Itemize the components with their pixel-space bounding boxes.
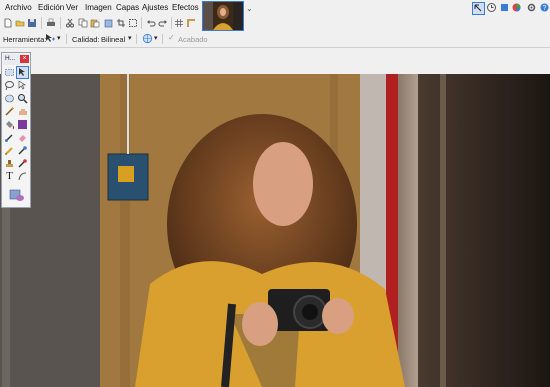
quality-select[interactable]: Bilineal [101, 35, 125, 44]
chevron-down-icon[interactable]: ▾ [128, 34, 132, 42]
rectangle-select-tool-icon[interactable] [4, 67, 15, 78]
move-selection-tool-icon[interactable] [16, 66, 29, 79]
move-pixels-tool-icon[interactable] [17, 80, 28, 91]
recolor-icon[interactable] [17, 158, 28, 169]
tool-label: Herramienta: [3, 35, 47, 44]
menu-ajustes[interactable]: Ajustes [142, 3, 168, 12]
deselect-icon[interactable] [128, 18, 138, 28]
svg-text:?: ? [543, 5, 547, 12]
paste-new-layer-icon[interactable] [103, 18, 113, 28]
zoom-icon[interactable] [17, 93, 28, 104]
options-divider [136, 34, 137, 44]
paste-icon[interactable] [90, 18, 100, 28]
open-folder-icon[interactable] [15, 18, 25, 28]
new-file-icon[interactable] [3, 18, 13, 28]
paint-bucket-icon[interactable] [4, 119, 15, 130]
magic-wand-icon[interactable] [4, 106, 15, 117]
chevron-down-icon[interactable]: ⌄ [246, 4, 253, 13]
tools-window: H... × T [1, 52, 31, 208]
checkmark-icon[interactable]: ✓ [168, 33, 175, 42]
undo-icon[interactable] [146, 18, 156, 28]
shapes-tool-icon[interactable] [9, 187, 25, 203]
print-icon[interactable] [46, 18, 56, 28]
line-curve-icon[interactable] [17, 171, 28, 182]
paintbrush-icon[interactable] [4, 132, 15, 143]
menu-edicion[interactable]: Edición [38, 3, 64, 12]
globe-icon[interactable] [142, 33, 153, 44]
finish-button[interactable]: Acabado [178, 35, 208, 44]
chevron-down-icon[interactable]: ▾ [154, 34, 158, 42]
options-divider [66, 34, 67, 44]
tools-window-title: H... [5, 55, 16, 62]
toolbar-bottom-border [0, 47, 550, 48]
image-thumbnail[interactable] [202, 1, 244, 31]
pan-hand-icon[interactable] [17, 106, 28, 117]
menu-archivo[interactable]: Archivo [5, 3, 32, 12]
toolbar-divider [60, 17, 61, 29]
grid-icon[interactable] [174, 18, 184, 28]
options-divider [162, 34, 163, 44]
redo-icon[interactable] [158, 18, 168, 28]
menu-efectos[interactable]: Efectos [172, 3, 199, 12]
chevron-down-icon[interactable]: ▾ [57, 34, 61, 42]
close-icon[interactable]: × [20, 55, 29, 63]
layers-icon[interactable] [499, 2, 510, 13]
menu-bar: Archivo Edición Ver Imagen Capas Ajustes… [0, 0, 200, 16]
photo [0, 74, 550, 387]
copy-icon[interactable] [78, 18, 88, 28]
menu-capas[interactable]: Capas [116, 3, 139, 12]
quality-label: Calidad: [72, 35, 100, 44]
eraser-icon[interactable] [17, 132, 28, 143]
color-picker-icon[interactable] [17, 145, 28, 156]
help-icon[interactable]: ? [539, 2, 550, 13]
colors-icon[interactable] [511, 2, 522, 13]
gradient-icon[interactable] [17, 119, 28, 130]
toolbar-divider [171, 17, 172, 29]
toolbar-divider [41, 17, 42, 29]
move-selection-icon[interactable] [44, 33, 56, 44]
menu-imagen[interactable]: Imagen [85, 3, 112, 12]
menu-ver[interactable]: Ver [66, 3, 78, 12]
rulers-icon[interactable] [186, 18, 196, 28]
image-canvas[interactable] [0, 74, 550, 387]
save-icon[interactable] [27, 18, 37, 28]
toolbar-divider [141, 17, 142, 29]
crop-selection-icon[interactable] [116, 18, 126, 28]
text-tool-icon[interactable]: T [4, 171, 15, 182]
history-icon[interactable] [486, 2, 497, 13]
pencil-icon[interactable] [4, 145, 15, 156]
tools-window-toggle-icon[interactable] [472, 2, 485, 15]
gear-icon[interactable] [526, 2, 537, 13]
cut-icon[interactable] [65, 18, 75, 28]
lasso-tool-icon[interactable] [4, 80, 15, 91]
clone-stamp-icon[interactable] [4, 158, 15, 169]
ellipse-select-tool-icon[interactable] [4, 93, 15, 104]
